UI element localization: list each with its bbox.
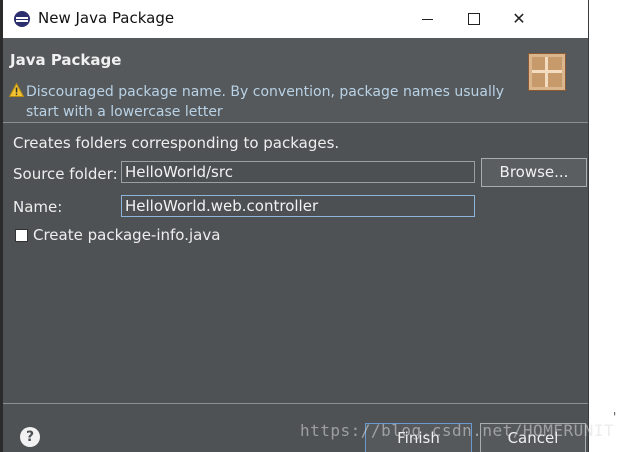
close-icon[interactable]: ✕ [496, 0, 542, 38]
title-bar: New Java Package ✕ [0, 0, 588, 38]
browse-button[interactable]: Browse... [481, 158, 587, 187]
window-edge [0, 0, 3, 452]
edge-mark: ' [613, 410, 617, 424]
package-banner-icon [528, 53, 566, 91]
wizard-header: Java Package Discouraged package name. B… [0, 38, 588, 122]
maximize-icon[interactable] [450, 0, 496, 38]
source-folder-label: Source folder: [13, 165, 118, 183]
name-field[interactable]: HelloWorld.web.controller [121, 195, 475, 217]
name-label: Name: [13, 198, 63, 216]
watermark-text: https://blog.csdn.net/HOMERUNIT [300, 421, 615, 440]
java-package-icon [14, 11, 30, 27]
page-title: Java Package [10, 51, 122, 69]
description-text: Creates folders corresponding to package… [13, 134, 340, 152]
create-package-info-checkbox[interactable] [15, 229, 28, 242]
window-title: New Java Package [38, 9, 175, 27]
help-icon[interactable]: ? [20, 427, 40, 447]
header-divider [0, 122, 588, 123]
warning-icon [9, 83, 24, 97]
footer-divider [0, 403, 588, 404]
minimize-icon[interactable] [404, 0, 450, 38]
new-java-package-dialog: New Java Package ✕ Java Package Discoura… [0, 0, 589, 452]
create-package-info-label[interactable]: Create package-info.java [33, 226, 220, 244]
source-folder-field[interactable]: HelloWorld/src [121, 161, 475, 183]
warning-message: Discouraged package name. By convention,… [26, 84, 505, 120]
